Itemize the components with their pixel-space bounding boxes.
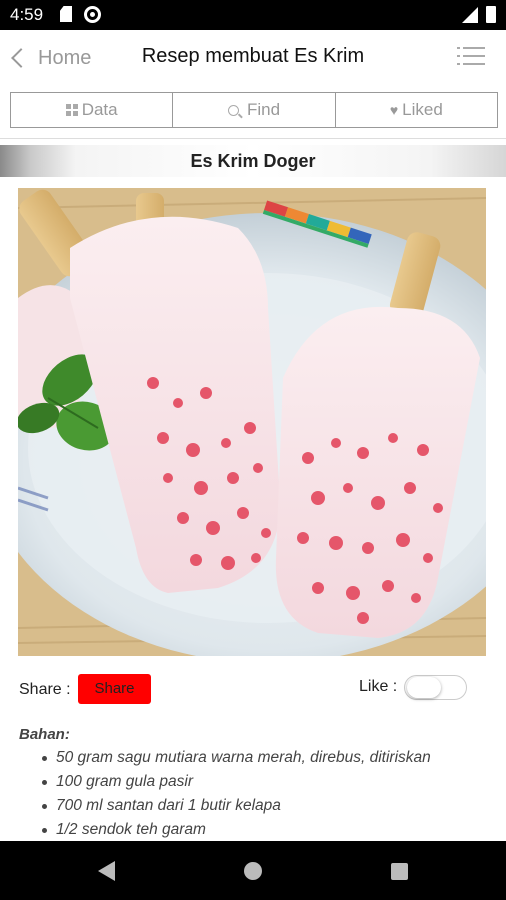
- nav-recents-icon[interactable]: [391, 863, 408, 880]
- sd-card-icon: [60, 6, 72, 22]
- search-icon: [227, 104, 239, 116]
- recipe-title: Es Krim Doger: [0, 145, 506, 177]
- tab-find[interactable]: Find: [172, 93, 334, 127]
- nav-home-icon[interactable]: [244, 862, 262, 880]
- ingredients-list: 50 gram sagu mutiara warna merah, direbu…: [42, 747, 492, 843]
- status-bar: 4:59: [0, 0, 506, 30]
- app-bar: Home Resep membuat Es Krim: [0, 30, 506, 86]
- tab-data-label: Data: [81, 100, 118, 119]
- ice-cream-doger-photo: [18, 188, 486, 656]
- status-time: 4:59: [10, 5, 44, 24]
- page-title: Resep membuat Es Krim: [141, 45, 365, 67]
- like-label: Like :: [359, 678, 398, 695]
- tab-liked[interactable]: ♥ Liked: [334, 93, 497, 127]
- tab-find-label: Find: [246, 100, 281, 119]
- list-menu-icon[interactable]: [457, 47, 485, 67]
- share-button[interactable]: Share: [78, 674, 151, 704]
- ingredients-heading: Bahan:: [19, 726, 70, 743]
- list-item: 50 gram sagu mutiara warna merah, direbu…: [42, 747, 492, 771]
- tab-liked-label: Liked: [402, 100, 443, 119]
- tab-bar: Data Find ♥ Liked: [10, 92, 498, 128]
- list-item: 700 ml santan dari 1 butir kelapa: [42, 795, 492, 819]
- grid-icon: [65, 104, 78, 116]
- nav-back-icon[interactable]: [98, 861, 115, 881]
- like-toggle-knob: [407, 677, 441, 698]
- signal-icon: [462, 7, 478, 23]
- tab-data[interactable]: Data: [11, 93, 172, 127]
- sync-icon: [84, 6, 101, 23]
- heart-icon: ♥: [389, 102, 399, 118]
- share-label: Share :: [19, 681, 71, 698]
- list-item: 100 gram gula pasir: [42, 771, 492, 795]
- ice-cream-illustration: [18, 188, 486, 656]
- battery-icon: [486, 6, 496, 23]
- divider: [0, 138, 506, 139]
- list-item: 1/2 sendok teh garam: [42, 819, 492, 843]
- system-nav-bar: [0, 841, 506, 900]
- like-toggle[interactable]: [404, 675, 467, 700]
